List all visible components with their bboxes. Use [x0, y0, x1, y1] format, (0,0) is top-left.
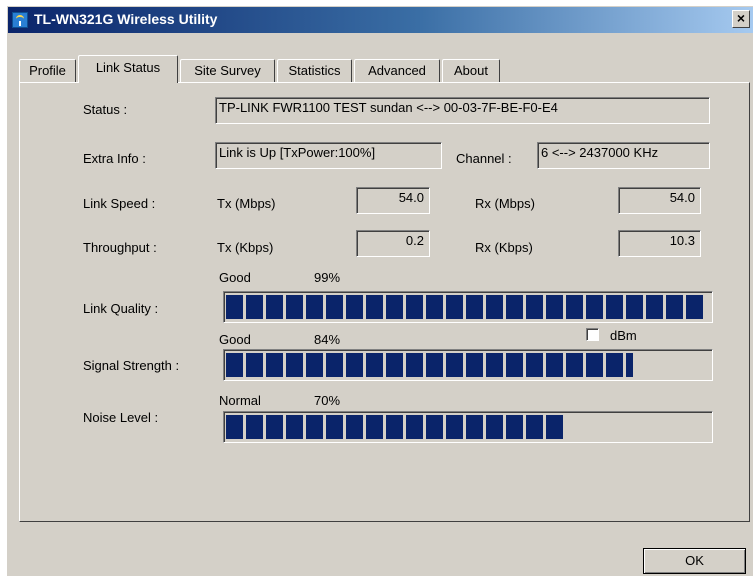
title-bar[interactable]: TL-WN321G Wireless Utility × — [8, 7, 753, 33]
extra-info-field: Link is Up [TxPower:100%] — [215, 142, 442, 169]
status-label: Status : — [83, 102, 128, 117]
link-quality-bar-fill — [226, 295, 705, 319]
throughput-tx-field: 0.2 — [356, 230, 430, 257]
tab-link-status[interactable]: Link Status — [78, 55, 178, 83]
link-quality-grade: Good — [219, 270, 251, 285]
link-speed-label: Link Speed : — [83, 196, 156, 211]
channel-label: Channel : — [456, 151, 512, 166]
window-title: TL-WN321G Wireless Utility — [34, 11, 218, 27]
noise-level-bar-fill — [226, 415, 565, 439]
link-speed-tx-field: 54.0 — [356, 187, 430, 214]
throughput-rx-label: Rx (Kbps) — [475, 240, 533, 255]
noise-level-grade: Normal — [219, 393, 261, 408]
signal-strength-bar — [223, 349, 713, 381]
link-quality-label: Link Quality : — [83, 301, 159, 316]
link-speed-tx-label: Tx (Mbps) — [217, 196, 276, 211]
tab-statistics[interactable]: Statistics — [277, 59, 352, 82]
throughput-tx-label: Tx (Kbps) — [217, 240, 274, 255]
noise-level-label: Noise Level : — [83, 410, 159, 425]
tab-about[interactable]: About — [442, 59, 500, 82]
extra-info-label: Extra Info : — [83, 151, 146, 166]
close-button[interactable]: × — [732, 10, 750, 28]
link-quality-bar — [223, 291, 713, 323]
signal-strength-grade: Good — [219, 332, 251, 347]
dbm-label: dBm — [610, 328, 637, 343]
throughput-rx-field: 10.3 — [618, 230, 701, 257]
noise-level-percent: 70% — [314, 393, 341, 408]
utility-window: TL-WN321G Wireless Utility × Profile Lin… — [7, 6, 753, 576]
channel-field: 6 <--> 2437000 KHz — [537, 142, 710, 169]
signal-strength-bar-fill — [226, 353, 633, 377]
link-speed-rx-label: Rx (Mbps) — [475, 196, 535, 211]
throughput-label: Throughput : — [83, 240, 157, 255]
dbm-checkbox[interactable] — [586, 328, 599, 341]
noise-level-bar — [223, 411, 713, 443]
signal-strength-percent: 84% — [314, 332, 341, 347]
ok-button[interactable]: OK — [643, 548, 746, 574]
status-field: TP-LINK FWR1100 TEST sundan <--> 00-03-7… — [215, 97, 710, 124]
tab-site-survey[interactable]: Site Survey — [180, 59, 275, 82]
link-speed-rx-field: 54.0 — [618, 187, 701, 214]
signal-strength-label: Signal Strength : — [83, 358, 180, 373]
wireless-app-icon — [12, 12, 28, 28]
tab-advanced[interactable]: Advanced — [354, 59, 440, 82]
tab-profile[interactable]: Profile — [19, 59, 76, 82]
link-quality-percent: 99% — [314, 270, 341, 285]
link-status-panel: Status : TP-LINK FWR1100 TEST sundan <--… — [19, 82, 750, 522]
